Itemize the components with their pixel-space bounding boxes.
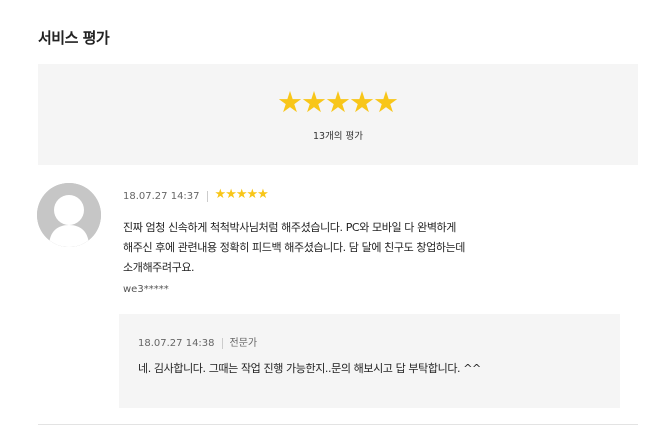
- review-text-line: 해주신 후에 관련내용 정확히 피드백 해주셨습니다. 담 달에 친구도 창업하…: [123, 241, 466, 254]
- review-text: 진짜 엄청 신속하게 척척박사님처럼 해주셨습니다. PC와 모바일 다 완벽하…: [123, 218, 465, 278]
- reply-date: 18.07.27 14:38: [138, 338, 215, 349]
- star-icon: ★: [277, 85, 303, 119]
- review-item: 18.07.27 14:37 ★★★★★ 진짜 엄청 신속하게 척척박사님처럼 해…: [123, 187, 623, 295]
- default-user-avatar-icon: [37, 183, 101, 247]
- summary-star-rating: ★★★★★: [38, 88, 638, 117]
- reviewer-avatar: [37, 183, 101, 247]
- divider: [38, 424, 638, 425]
- reply-role: 전문가: [229, 338, 258, 349]
- section-title: 서비스 평가: [38, 29, 110, 47]
- star-icon: ★: [325, 85, 351, 119]
- review-meta: 18.07.27 14:37 ★★★★★: [123, 187, 623, 204]
- reply-text: 네. 김사합니다. 그때는 작업 진행 가능한지..문의 해보시고 답 부탁합니…: [138, 362, 481, 375]
- expert-reply: 18.07.27 14:38 전문가 네. 김사합니다. 그때는 작업 진행 가능…: [119, 314, 620, 408]
- star-icon: ★: [257, 187, 269, 202]
- star-icon: ★: [373, 85, 399, 119]
- review-star-rating: ★★★★★: [215, 187, 269, 202]
- review-date: 18.07.27 14:37: [123, 191, 200, 202]
- review-text-line: 소개해주려구요.: [123, 261, 195, 274]
- rating-summary: ★★★★★ 13개의 평가: [38, 64, 638, 165]
- review-text-line: 진짜 엄청 신속하게 척척박사님처럼 해주셨습니다. PC와 모바일 다 완벽하…: [123, 221, 456, 234]
- divider: [206, 190, 208, 202]
- review-author: we3*****: [123, 284, 169, 295]
- rating-count: 13개의 평가: [312, 131, 364, 142]
- divider: [221, 337, 223, 349]
- star-icon: ★: [301, 85, 327, 119]
- star-icon: ★: [349, 85, 375, 119]
- reply-meta: 18.07.27 14:38 전문가: [138, 334, 257, 349]
